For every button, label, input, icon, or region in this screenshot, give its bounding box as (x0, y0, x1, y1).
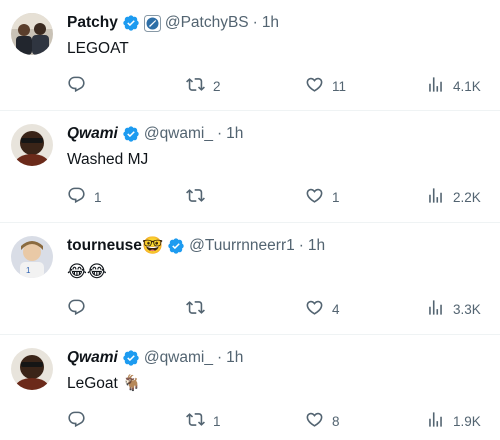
like-button[interactable]: 4 (305, 298, 340, 320)
display-name[interactable]: Qwami (67, 347, 118, 369)
views-count: 4.1K (453, 78, 481, 94)
avatar[interactable] (11, 13, 53, 55)
heart-icon (305, 186, 324, 208)
like-count: 8 (332, 413, 340, 429)
tweet-actions: 1 1 2.2K (67, 186, 488, 208)
nerd-face-emoji: 🤓 (141, 236, 164, 255)
avatar[interactable] (11, 348, 53, 390)
reply-icon (67, 298, 86, 320)
tweet-text: LeGoat 🐐 (67, 375, 142, 392)
display-name[interactable]: tourneuse (67, 235, 142, 257)
retweet-button[interactable]: 2 (186, 75, 221, 97)
user-handle[interactable]: @qwami_ (144, 347, 213, 369)
verified-badge-icon (167, 237, 185, 255)
tweet-actions: 1 8 1.9K (67, 410, 488, 432)
verified-badge-icon (122, 349, 140, 367)
reply-button[interactable]: 1 (67, 186, 102, 208)
like-button[interactable]: 1 (305, 186, 340, 208)
display-name[interactable]: Patchy (67, 12, 118, 34)
user-handle[interactable]: @qwami_ (144, 123, 213, 145)
retweet-icon (186, 410, 205, 432)
retweet-icon (186, 298, 205, 320)
views-button[interactable]: 1.9K (426, 410, 481, 432)
reply-button[interactable] (67, 298, 94, 320)
user-handle[interactable]: @Tuurrnneerr1 (189, 235, 295, 257)
timeline-feed: Patchy @PatchyBS · 1h LEGOAT 2 11 4.1K Q… (0, 0, 500, 440)
tweet-actions: 2 11 4.1K (67, 75, 488, 97)
like-count: 4 (332, 301, 340, 317)
separator-dot: · (252, 14, 258, 31)
avatar[interactable]: 1 (11, 236, 53, 278)
views-button[interactable]: 2.2K (426, 186, 481, 208)
reply-button[interactable] (67, 410, 94, 432)
verified-badge-icon (122, 14, 140, 32)
avatar[interactable] (11, 124, 53, 166)
separator-dot: · (216, 125, 223, 142)
views-bar-chart-icon (426, 410, 445, 432)
reply-icon (67, 75, 86, 97)
like-count: 1 (332, 189, 340, 205)
heart-icon (305, 298, 324, 320)
tweet-header: tourneuse 🤓 @Tuurrnneerr1 · 1h (67, 235, 492, 257)
separator-dot: · (298, 237, 304, 254)
tweet-actions: 4 3.3K (67, 298, 488, 320)
tweet-header: Qwami @qwami_ · 1h (67, 123, 492, 145)
tweet[interactable]: Qwami @qwami_ · 1h LeGoat 🐐 1 8 1.9K (0, 335, 500, 440)
tweet-text: LEGOAT (67, 40, 129, 57)
views-count: 2.2K (453, 189, 481, 205)
views-bar-chart-icon (426, 186, 445, 208)
views-button[interactable]: 4.1K (426, 75, 481, 97)
user-handle[interactable]: @PatchyBS (165, 12, 249, 34)
timestamp[interactable]: 1h (308, 235, 325, 257)
reply-button[interactable] (67, 75, 94, 97)
tweet-header: Patchy @PatchyBS · 1h (67, 12, 492, 34)
timestamp[interactable]: 1h (226, 123, 243, 145)
tweet[interactable]: 1 tourneuse 🤓 @Tuurrnneerr1 · 1h 😂😂 4 3.… (0, 223, 500, 335)
verified-badge-icon (122, 125, 140, 143)
retweet-button[interactable]: 1 (186, 410, 221, 432)
timestamp[interactable]: 1h (262, 12, 279, 34)
retweet-icon (186, 75, 205, 97)
retweet-button[interactable] (186, 186, 213, 208)
tweet-text: Washed MJ (67, 151, 149, 168)
affiliate-badge-icon[interactable] (143, 14, 161, 32)
tweet[interactable]: Qwami @qwami_ · 1h Washed MJ 1 1 2.2K (0, 111, 500, 223)
reply-icon (67, 410, 86, 432)
views-button[interactable]: 3.3K (426, 298, 481, 320)
retweet-count: 2 (213, 78, 221, 94)
retweet-count: 1 (213, 413, 221, 429)
views-count: 1.9K (453, 413, 481, 429)
display-name[interactable]: Qwami (67, 123, 118, 145)
heart-icon (305, 410, 324, 432)
views-count: 3.3K (453, 301, 481, 317)
views-bar-chart-icon (426, 75, 445, 97)
separator-dot: · (216, 349, 223, 366)
heart-icon (305, 75, 324, 97)
svg-text:1: 1 (26, 266, 31, 275)
reply-count: 1 (94, 189, 102, 205)
tweet-text: 😂😂 (67, 262, 107, 281)
tweet[interactable]: Patchy @PatchyBS · 1h LEGOAT 2 11 4.1K (0, 0, 500, 111)
retweet-icon (186, 186, 205, 208)
views-bar-chart-icon (426, 298, 445, 320)
like-button[interactable]: 11 (305, 75, 346, 97)
reply-icon (67, 186, 86, 208)
timestamp[interactable]: 1h (226, 347, 243, 369)
tweet-header: Qwami @qwami_ · 1h (67, 347, 492, 369)
like-count: 11 (332, 78, 347, 94)
retweet-button[interactable] (186, 298, 213, 320)
like-button[interactable]: 8 (305, 410, 340, 432)
